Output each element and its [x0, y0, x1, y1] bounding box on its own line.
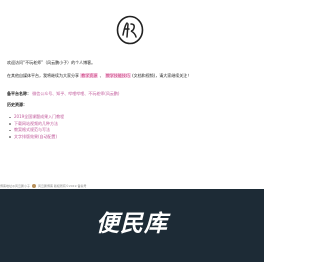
welcome-text: 欢迎访问“不玩老师”（风云鹏小子）的个人博客。 — [7, 60, 96, 65]
backup-platforms-link[interactable]: 微信公众号、知乎、哔哩哔哩、不玩老师(风云鹏) — [32, 91, 119, 96]
avatar — [31, 184, 36, 188]
site-logo — [116, 15, 144, 45]
intro-paragraph: 在其他自媒体平台，我将继续为大家分享 教学资源 、 教学技能技巧 (文档和视频)… — [7, 73, 191, 78]
history-item[interactable]: 文字排版效果(自动配置) — [8, 134, 64, 141]
intro-sep: 、 — [99, 73, 104, 78]
backup-platforms: 备平台名称： 微信公众号、知乎、哔哩哔哩、不玩老师(风云鹏) — [7, 91, 119, 96]
brand-logo-text: 便民库 — [96, 211, 168, 237]
history-list: 2019全国课题成果入门教程 下载网站视频的几种方法 教案格式规范与写法 文字排… — [8, 114, 64, 141]
intro-text-b: (文档和视频)，请大家继续关注！ — [132, 73, 192, 78]
teaching-resources-link[interactable]: 教学资源 — [80, 73, 99, 78]
backup-label: 备平台名称： — [7, 91, 31, 96]
footer-text-left: 博客地址@风云鹏小子 — [0, 184, 31, 188]
history-heading: 历史资源： — [7, 102, 27, 107]
main-content: 欢迎访问“不玩老师”（风云鹏小子）的个人博客。 在其他自媒体平台，我将继续为大家… — [0, 0, 264, 206]
footer-text-right: 风云鹏博客 版权所有©2019 备案号 — [37, 184, 87, 188]
teaching-skills-link[interactable]: 教学技能技巧 — [104, 73, 131, 78]
intro-text-a: 在其他自媒体平台，我将继续为大家分享 — [7, 73, 79, 78]
